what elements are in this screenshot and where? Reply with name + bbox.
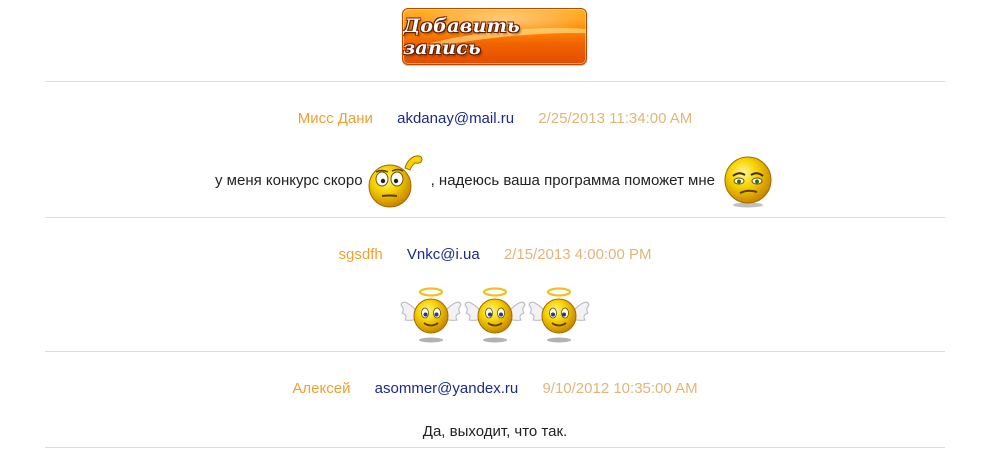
divider [45, 81, 945, 82]
entry-email[interactable]: akdanay@mail.ru [397, 110, 514, 127]
entry-text: у меня конкурс скоро [215, 171, 363, 189]
entry-header: Мисс Дани akdanay@mail.ru 2/25/2013 11:3… [45, 110, 945, 127]
divider [45, 217, 945, 218]
skeptical-smiley-icon [724, 156, 772, 208]
entry-message [45, 284, 945, 344]
entry-text: Да, выходит, что так. [422, 422, 568, 440]
entry-author: Алексей [292, 380, 351, 397]
guestbook-page: Добавить запись Мисс Дани akdanay@mail.r… [0, 0, 994, 469]
add-entry-button[interactable]: Добавить запись [402, 8, 587, 65]
entry-email[interactable]: Vnkc@i.ua [407, 246, 480, 263]
angel-smiley-icon [464, 287, 526, 343]
add-entry-button-label: Добавить запись [403, 14, 520, 59]
entry-date: 2/15/2013 4:00:00 PM [503, 246, 652, 263]
angel-smiley-icon [528, 287, 590, 343]
entry-header: sgsdfh Vnkc@i.ua 2/15/2013 4:00:00 PM [45, 246, 945, 263]
entry-header: Алексей asommer@yandex.ru 9/10/2012 10:3… [45, 380, 945, 397]
entry-text: , надеюсь ваша программа поможет мне [430, 171, 715, 189]
divider [45, 447, 945, 448]
entry-author: sgsdfh [338, 246, 383, 263]
thinking-smiley-icon [368, 155, 423, 208]
entry-message: у меня конкурс скоро , надеюсь ваша прог… [45, 150, 945, 210]
divider [45, 351, 945, 352]
entry-message: Да, выходит, что так. [45, 421, 945, 441]
entry-email[interactable]: asommer@yandex.ru [375, 380, 519, 397]
entry-date: 9/10/2012 10:35:00 AM [542, 380, 698, 397]
angel-smiley-icon [400, 287, 462, 343]
entry-author: Мисс Дани [297, 110, 373, 127]
entry-date: 2/25/2013 11:34:00 AM [538, 110, 693, 127]
